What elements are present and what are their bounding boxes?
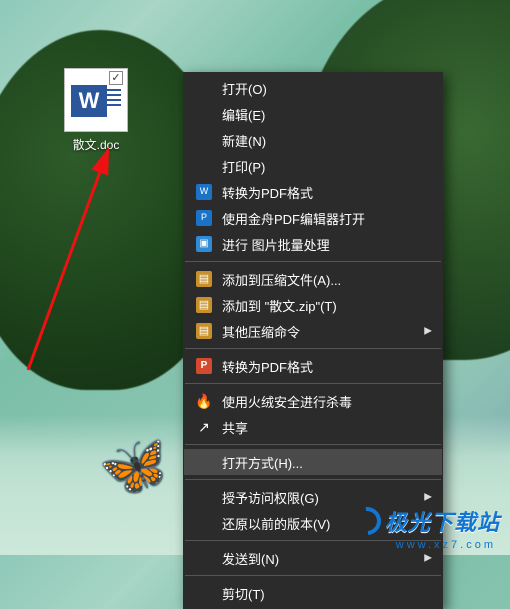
blank-icon bbox=[194, 104, 214, 124]
menu-separator bbox=[185, 348, 441, 349]
menu-open[interactable]: 打开(O) bbox=[184, 75, 442, 101]
file-label: 散文.doc bbox=[55, 136, 137, 153]
blank-icon bbox=[194, 452, 214, 472]
menu-image-batch[interactable]: ▣ 进行 图片批量处理 bbox=[184, 231, 442, 257]
blank-icon bbox=[194, 487, 214, 507]
menu-label: 打印(P) bbox=[222, 157, 428, 176]
menu-convert-pdf[interactable]: W 转换为PDF格式 bbox=[184, 179, 442, 205]
menu-add-archive[interactable]: ▤ 添加到压缩文件(A)... bbox=[184, 266, 442, 292]
menu-label: 授予访问权限(G) bbox=[222, 488, 428, 507]
image-icon: ▣ bbox=[194, 234, 214, 254]
menu-label: 其他压缩命令 bbox=[222, 322, 428, 341]
menu-label: 编辑(E) bbox=[222, 105, 428, 124]
menu-label: 转换为PDF格式 bbox=[222, 357, 428, 376]
menu-separator bbox=[185, 383, 441, 384]
menu-print[interactable]: 打印(P) bbox=[184, 153, 442, 179]
menu-label: 打开(O) bbox=[222, 79, 428, 98]
menu-open-pdf-editor[interactable]: P 使用金舟PDF编辑器打开 bbox=[184, 205, 442, 231]
menu-label: 使用火绒安全进行杀毒 bbox=[222, 392, 428, 411]
menu-restore-version[interactable]: 还原以前的版本(V) bbox=[184, 510, 442, 536]
submenu-arrow-icon: ▶ bbox=[424, 326, 432, 337]
menu-separator bbox=[185, 444, 441, 445]
menu-new[interactable]: 新建(N) bbox=[184, 127, 442, 153]
menu-label: 添加到 "散文.zip"(T) bbox=[222, 296, 428, 315]
blank-icon bbox=[194, 156, 214, 176]
archive-icon: ▤ bbox=[194, 269, 214, 289]
menu-label: 打开方式(H)... bbox=[222, 453, 428, 472]
blank-icon bbox=[194, 78, 214, 98]
archive-icon: ▤ bbox=[194, 295, 214, 315]
menu-label: 发送到(N) bbox=[222, 549, 428, 568]
pdf-icon: P bbox=[194, 356, 214, 376]
watermark-url: www.xz7.com bbox=[396, 539, 496, 551]
menu-label: 剪切(T) bbox=[222, 584, 428, 603]
word-icon: ✓ W bbox=[64, 68, 128, 132]
menu-separator bbox=[185, 575, 441, 576]
menu-label: 使用金舟PDF编辑器打开 bbox=[222, 209, 428, 228]
menu-label: 进行 图片批量处理 bbox=[222, 235, 428, 254]
menu-convert-pdf2[interactable]: P 转换为PDF格式 bbox=[184, 353, 442, 379]
menu-share[interactable]: ↗ 共享 bbox=[184, 414, 442, 440]
blank-icon bbox=[194, 548, 214, 568]
blank-icon bbox=[194, 583, 214, 603]
menu-open-with[interactable]: 打开方式(H)... bbox=[184, 449, 442, 475]
menu-label: 新建(N) bbox=[222, 131, 428, 150]
menu-label: 转换为PDF格式 bbox=[222, 183, 428, 202]
menu-edit[interactable]: 编辑(E) bbox=[184, 101, 442, 127]
menu-label: 添加到压缩文件(A)... bbox=[222, 270, 428, 289]
blank-icon bbox=[194, 513, 214, 533]
file-icon-word-doc[interactable]: ✓ W 散文.doc bbox=[55, 68, 137, 166]
shield-icon: 🔥 bbox=[194, 391, 214, 411]
pdf-icon: W bbox=[194, 182, 214, 202]
menu-separator bbox=[185, 261, 441, 262]
context-menu: 打开(O) 编辑(E) 新建(N) 打印(P) W 转换为PDF格式 P 使用金… bbox=[183, 72, 443, 609]
menu-separator bbox=[185, 479, 441, 480]
menu-grant-access[interactable]: 授予访问权限(G) ▶ bbox=[184, 484, 442, 510]
submenu-arrow-icon: ▶ bbox=[424, 553, 432, 564]
pdf-editor-icon: P bbox=[194, 208, 214, 228]
menu-cut[interactable]: 剪切(T) bbox=[184, 580, 442, 606]
archive-icon: ▤ bbox=[194, 321, 214, 341]
menu-antivirus[interactable]: 🔥 使用火绒安全进行杀毒 bbox=[184, 388, 442, 414]
menu-label: 还原以前的版本(V) bbox=[222, 514, 428, 533]
share-icon: ↗ bbox=[194, 417, 214, 437]
submenu-arrow-icon: ▶ bbox=[424, 492, 432, 503]
menu-add-zip[interactable]: ▤ 添加到 "散文.zip"(T) bbox=[184, 292, 442, 318]
menu-other-archive[interactable]: ▤ 其他压缩命令 ▶ bbox=[184, 318, 442, 344]
blank-icon bbox=[194, 130, 214, 150]
menu-label: 共享 bbox=[222, 418, 428, 437]
